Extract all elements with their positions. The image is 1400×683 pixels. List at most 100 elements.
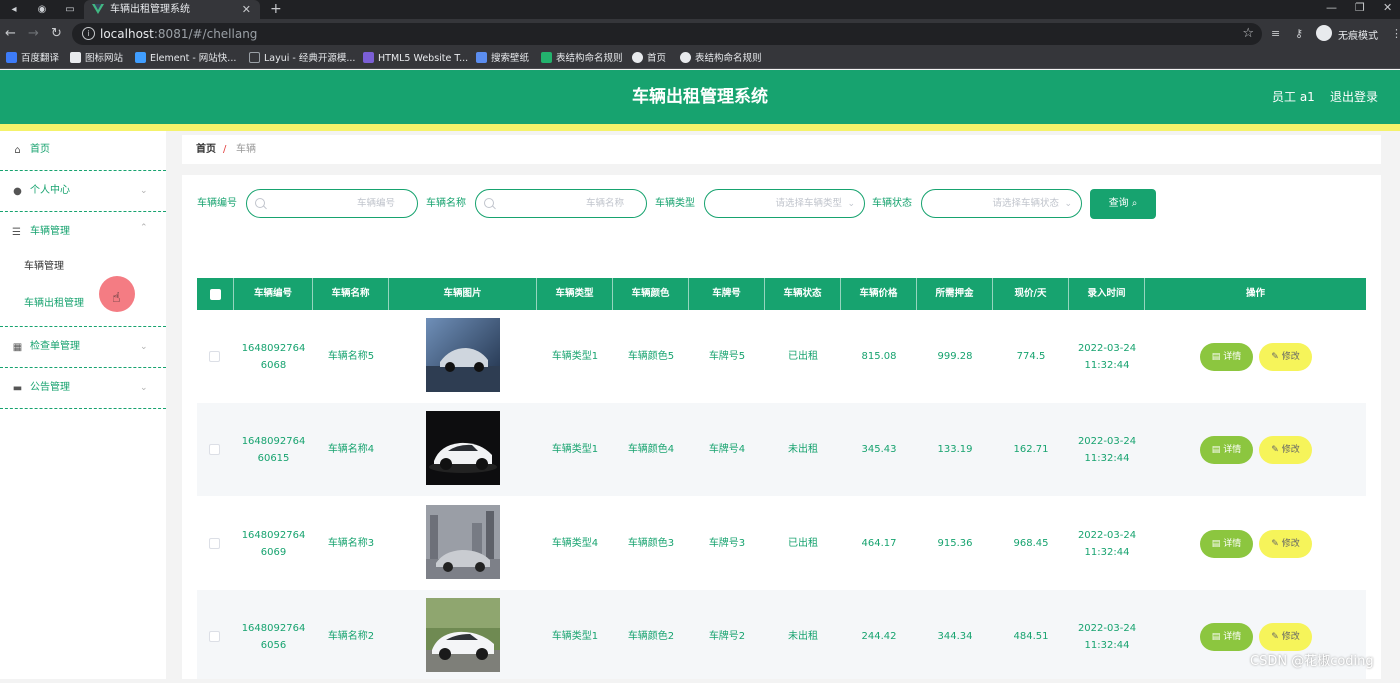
globe-icon	[632, 52, 643, 63]
breadcrumb-current: 车辆	[236, 144, 256, 155]
browser-tab[interactable]: 车辆出租管理系统 ✕	[84, 0, 260, 19]
row-checkbox[interactable]	[209, 444, 220, 455]
header-accent-stripe	[0, 124, 1400, 131]
edit-button[interactable]: ✎ 修改	[1259, 530, 1312, 558]
column-header[interactable]: 车辆编号	[234, 278, 313, 310]
table-row: 1648092764 60615 车辆名称4 车辆类型1 车辆颜色4 车牌号4 未…	[197, 403, 1366, 496]
queue-icon[interactable]: ≡	[1271, 26, 1280, 42]
url-field[interactable]: i localhost:8081/#/chellang ☆	[72, 23, 1262, 45]
layui-icon	[249, 52, 260, 63]
column-header[interactable]: 车辆类型	[537, 278, 613, 310]
car-no-input[interactable]: 车辆编号	[246, 189, 418, 218]
car-price: 244.42	[861, 631, 897, 642]
pencil-icon: ✎	[1271, 632, 1279, 642]
car-color: 车辆颜色3	[627, 538, 675, 549]
sidebar-subitem-rentals[interactable]: 车辆出租管理	[24, 297, 84, 311]
detail-button[interactable]: ▤ 详情	[1200, 343, 1253, 371]
breadcrumb: 首页 / 车辆	[182, 135, 1381, 164]
back-icon[interactable]: ←	[5, 26, 16, 42]
tab-close-icon[interactable]: ✕	[242, 2, 251, 17]
bookmark-item[interactable]: 百度翻译	[6, 52, 59, 66]
bookmark-item[interactable]: 搜索壁纸	[476, 52, 529, 66]
row-checkbox[interactable]	[209, 631, 220, 642]
bookmark-item[interactable]: 首页	[632, 52, 666, 66]
table-row: 1648092764 6068 车辆名称5 车辆类型1 车辆颜色5 车牌号5 已出…	[197, 310, 1366, 403]
chevron-up-icon: ⌃	[140, 223, 148, 233]
car-photo	[426, 411, 500, 485]
deposit: 344.34	[937, 631, 973, 642]
detail-button[interactable]: ▤ 详情	[1200, 530, 1253, 558]
car-type: 车辆类型1	[551, 444, 599, 455]
plate-number: 车牌号2	[708, 631, 746, 642]
detail-button[interactable]: ▤ 详情	[1200, 436, 1253, 464]
entry-date: 2022-03-24	[1077, 622, 1137, 634]
car-status-select[interactable]: 请选择车辆状态 ⌄	[921, 189, 1082, 218]
document-icon: ▤	[1211, 539, 1221, 549]
bookmark-item[interactable]: 表结构命名规则	[541, 52, 623, 66]
car-id: 1648092764	[241, 622, 306, 634]
bookmark-item[interactable]: Layui - 经典开源模...	[249, 52, 355, 66]
minimize-icon[interactable]: —	[1326, 1, 1337, 14]
row-checkbox[interactable]	[209, 351, 220, 362]
forward-icon[interactable]: →	[28, 26, 39, 42]
bookmark-item[interactable]: 表结构命名规则	[680, 52, 762, 66]
document-icon: ▤	[1211, 632, 1221, 642]
car-no-label: 车辆编号	[197, 198, 237, 209]
sidebar-item-profile[interactable]: ● 个人中心 ⌄	[0, 172, 166, 212]
column-header[interactable]: 车牌号	[689, 278, 765, 310]
window-close-icon[interactable]: ✕	[1383, 1, 1392, 14]
edit-button[interactable]: ✎ 修改	[1259, 436, 1312, 464]
column-header[interactable]: 车辆价格	[841, 278, 917, 310]
globe-icon[interactable]: ◉	[34, 2, 50, 17]
car-name-input[interactable]: 车辆名称	[475, 189, 647, 218]
more-icon[interactable]: ⋮	[1391, 26, 1400, 42]
incognito-label: 无痕模式	[1338, 31, 1378, 42]
url-path: :8081/#/chellang	[153, 27, 258, 41]
bookmark-star-icon[interactable]: ☆	[1242, 26, 1254, 42]
car-id-suffix: 60615	[257, 452, 290, 464]
logout-button[interactable]: 退出登录	[1330, 89, 1378, 105]
bookmark-item[interactable]: Element - 网站快...	[135, 52, 236, 66]
select-all-checkbox[interactable]	[210, 289, 221, 300]
new-tab-icon[interactable]: +	[270, 1, 282, 17]
column-header[interactable]: 车辆图片	[389, 278, 537, 310]
query-button[interactable]: 查询 ⌕	[1090, 189, 1156, 219]
column-header[interactable]: 录入时间	[1069, 278, 1145, 310]
column-header[interactable]: 所需押金	[917, 278, 993, 310]
edit-button[interactable]: ✎ 修改	[1259, 623, 1312, 651]
detail-button[interactable]: ▤ 详情	[1200, 623, 1253, 651]
car-name: 车辆名称4	[327, 444, 375, 455]
car-status: 未出租	[788, 631, 818, 642]
sidebar-item-inspections[interactable]: ▦ 检查单管理 ⌄	[0, 328, 166, 368]
entry-date: 2022-03-24	[1077, 529, 1137, 541]
reload-icon[interactable]: ↻	[51, 26, 62, 42]
bookmark-item[interactable]: 图标网站	[70, 52, 123, 66]
car-id: 1648092764	[241, 435, 306, 447]
car-name-label: 车辆名称	[426, 198, 466, 209]
edit-button[interactable]: ✎ 修改	[1259, 343, 1312, 371]
car-name: 车辆名称2	[327, 631, 375, 642]
info-icon[interactable]: i	[82, 27, 95, 40]
column-header[interactable]: 车辆状态	[765, 278, 841, 310]
sidebar-item-vehicle-management[interactable]: ☰ 车辆管理 ⌃	[0, 213, 166, 253]
column-header[interactable]: 车辆名称	[313, 278, 389, 310]
key-icon[interactable]: ⚷	[1295, 26, 1303, 42]
sidebar-item-home[interactable]: ⌂ 首页	[0, 131, 166, 171]
row-checkbox[interactable]	[209, 538, 220, 549]
restore-icon[interactable]: ❐	[1355, 1, 1365, 14]
car-color: 车辆颜色4	[627, 444, 675, 455]
element-icon	[135, 52, 146, 63]
sheet-icon	[541, 52, 552, 63]
media-icon[interactable]: ◂	[6, 2, 22, 17]
sidebar-subitem-vehicles[interactable]: 车辆管理	[24, 260, 64, 274]
bookmark-item[interactable]: HTML5 Website T...	[363, 52, 468, 66]
car-photo	[426, 598, 500, 672]
car-type-select[interactable]: 请选择车辆类型 ⌄	[704, 189, 865, 218]
car-price: 464.17	[861, 538, 897, 549]
column-header[interactable]: 车辆颜色	[613, 278, 689, 310]
window-icon[interactable]: ▭	[62, 2, 78, 17]
sidebar-item-announcements[interactable]: ▬ 公告管理 ⌄	[0, 369, 166, 409]
breadcrumb-home[interactable]: 首页	[196, 143, 216, 156]
column-header[interactable]: 现价/天	[993, 278, 1069, 310]
column-header: 操作	[1245, 288, 1265, 299]
